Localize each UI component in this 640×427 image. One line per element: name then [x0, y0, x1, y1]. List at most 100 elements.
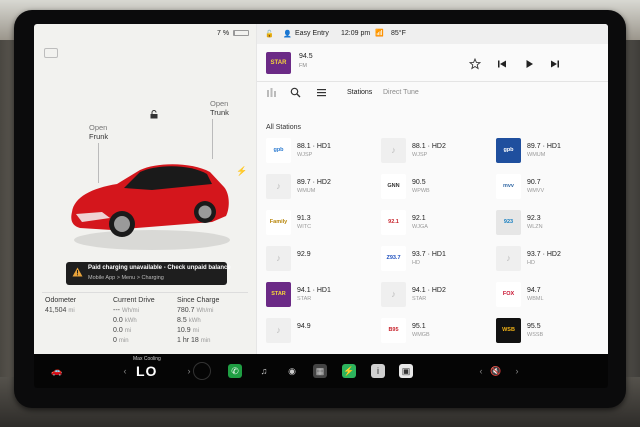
- station-item[interactable]: GNN 90.5 WPWB: [381, 174, 491, 204]
- station-item[interactable]: WSB 95.5 WSSB: [496, 318, 606, 348]
- stat-row: 780.7 Wh/mi: [177, 306, 219, 316]
- station-item[interactable]: 92.1 92.1 WJGA: [381, 210, 491, 240]
- station-callsign: WMUM: [527, 152, 546, 158]
- search-icon[interactable]: [290, 87, 301, 98]
- music-icon[interactable]: ♫: [257, 364, 271, 378]
- station-callsign: WJSP: [412, 152, 428, 158]
- station-item[interactable]: gpb 88.1 · HD1 WJSP: [266, 138, 376, 168]
- mute-icon[interactable]: 🔇: [489, 364, 503, 378]
- station-item[interactable]: gpb 89.7 · HD1 WMUM: [496, 138, 606, 168]
- seat-heater-icon[interactable]: [193, 362, 211, 380]
- touchscreen: Open Frunk Open Trunk ⚡ Paid charging un…: [34, 24, 608, 388]
- station-callsign: WLZN: [527, 224, 543, 230]
- station-frequency: 93.7 · HD1: [412, 251, 446, 258]
- tab-stations[interactable]: Stations: [347, 89, 372, 96]
- open-trunk-button[interactable]: Open Trunk: [210, 99, 229, 117]
- previous-track-icon[interactable]: [496, 58, 508, 70]
- station-item[interactable]: Z93.7 93.7 · HD1 HD: [381, 246, 491, 276]
- station-logo: WSB: [496, 318, 521, 343]
- station-callsign: WJSP: [297, 152, 313, 158]
- station-logo: gpb: [266, 138, 291, 163]
- stat-row: 1 hr 18 min: [177, 336, 219, 346]
- now-playing-frequency: 94.5: [299, 53, 313, 60]
- station-callsign: WITC: [297, 224, 312, 230]
- station-logo: gpb: [496, 138, 521, 163]
- stat-row: 0 min: [113, 336, 155, 346]
- station-list-heading: All Stations: [266, 124, 302, 131]
- lock-icon[interactable]: [150, 110, 158, 119]
- station-item[interactable]: ♪ 94.9: [266, 318, 376, 348]
- odometer-stat: Odometer 41,504 mi: [45, 296, 76, 316]
- now-playing-band: FM: [299, 63, 307, 69]
- station-logo: STAR: [266, 282, 291, 307]
- music-note-icon: ♪: [496, 246, 521, 271]
- station-item[interactable]: ♪ 89.7 · HD2 WMUM: [266, 174, 376, 204]
- tab-direct-tune[interactable]: Direct Tune: [383, 89, 419, 96]
- station-item[interactable]: STAR 94.1 · HD1 STAR: [266, 282, 376, 312]
- temp-down-icon[interactable]: ‹: [118, 364, 132, 378]
- station-callsign: WSSB: [527, 332, 544, 338]
- stat-unit: min: [200, 338, 211, 344]
- dashcam-icon[interactable]: ▣: [399, 364, 413, 378]
- stat-unit: kWh: [124, 318, 137, 324]
- volume-down-icon[interactable]: ‹: [474, 364, 488, 378]
- charge-port-icon[interactable]: ⚡: [236, 166, 247, 177]
- open-frunk-button[interactable]: Open Frunk: [89, 123, 108, 141]
- phone-icon[interactable]: ✆: [228, 364, 242, 378]
- clock: 12:09 pm: [341, 30, 371, 37]
- profile-icon[interactable]: 👤: [283, 30, 292, 38]
- volume-up-icon[interactable]: ›: [510, 364, 524, 378]
- battery-percent: 7 %: [217, 30, 230, 37]
- sentry-lock-icon[interactable]: 🔓: [265, 30, 274, 38]
- stat-row: 0.0 mi: [113, 326, 155, 336]
- info-icon[interactable]: i: [371, 364, 385, 378]
- favorite-star-icon[interactable]: [469, 58, 481, 70]
- station-frequency: 90.7: [527, 179, 541, 186]
- media-icon[interactable]: ◉: [285, 364, 299, 378]
- next-track-icon[interactable]: [549, 58, 561, 70]
- station-callsign: HD: [527, 260, 535, 266]
- media-panel: 7 % 🔓 👤 Easy Entry 12:09 pm 📶 85°F STAR …: [217, 24, 608, 354]
- stat-row: --- Wh/mi: [113, 306, 155, 316]
- queue-icon[interactable]: [316, 87, 327, 98]
- charging-icon[interactable]: ⚡: [342, 364, 356, 378]
- alert-detail: Mobile App > Menu > Charging: [88, 275, 164, 281]
- play-icon[interactable]: [523, 58, 535, 70]
- station-item[interactable]: 923 92.3 WLZN: [496, 210, 606, 240]
- station-logo: 92.1: [381, 210, 406, 235]
- stat-value: 8.5: [177, 317, 187, 324]
- station-item[interactable]: ♪ 88.1 · HD2 WJSP: [381, 138, 491, 168]
- station-item[interactable]: ♪ 93.7 · HD2 HD: [496, 246, 606, 276]
- alert-title: Paid charging unavailable - Check unpaid…: [88, 265, 231, 271]
- station-frequency: 94.1 · HD2: [412, 287, 446, 294]
- stat-row: 10.9 mi: [177, 326, 219, 336]
- odometer-value: 41,504: [45, 307, 67, 314]
- station-callsign: STAR: [412, 296, 427, 302]
- station-logo: GNN: [381, 174, 406, 199]
- frunk-label-top: Open: [89, 123, 108, 132]
- station-item[interactable]: Family 91.3 WITC: [266, 210, 376, 240]
- station-item[interactable]: mvv 90.7 WMVV: [496, 174, 606, 204]
- station-item[interactable]: B95 95.1 WMGB: [381, 318, 491, 348]
- station-item[interactable]: FOX 94.7 WBML: [496, 282, 606, 312]
- profile-name[interactable]: Easy Entry: [295, 30, 329, 37]
- stat-unit: mi: [124, 328, 132, 334]
- charging-alert-banner[interactable]: Paid charging unavailable - Check unpaid…: [66, 262, 231, 285]
- trunk-label: Trunk: [210, 108, 229, 117]
- odometer-unit: mi: [68, 308, 75, 314]
- car-icon[interactable]: 🚗: [50, 364, 64, 378]
- station-frequency: 88.1 · HD1: [297, 143, 331, 150]
- station-callsign: WMVV: [527, 188, 545, 194]
- station-callsign: WPWB: [412, 188, 430, 194]
- battery-fill: [234, 31, 235, 35]
- station-frequency: 90.5: [412, 179, 426, 186]
- station-frequency: 92.3: [527, 215, 541, 222]
- stat-row: 0.0 kWh: [113, 316, 155, 326]
- apps-icon[interactable]: ▦: [313, 364, 327, 378]
- stat-unit: Wh/mi: [121, 308, 139, 314]
- trunk-label-top: Open: [210, 99, 229, 108]
- station-item[interactable]: ♪ 94.1 · HD2 STAR: [381, 282, 491, 312]
- climate-temperature[interactable]: LO: [136, 363, 157, 379]
- library-icon[interactable]: [266, 87, 277, 98]
- station-item[interactable]: ♪ 92.9: [266, 246, 376, 276]
